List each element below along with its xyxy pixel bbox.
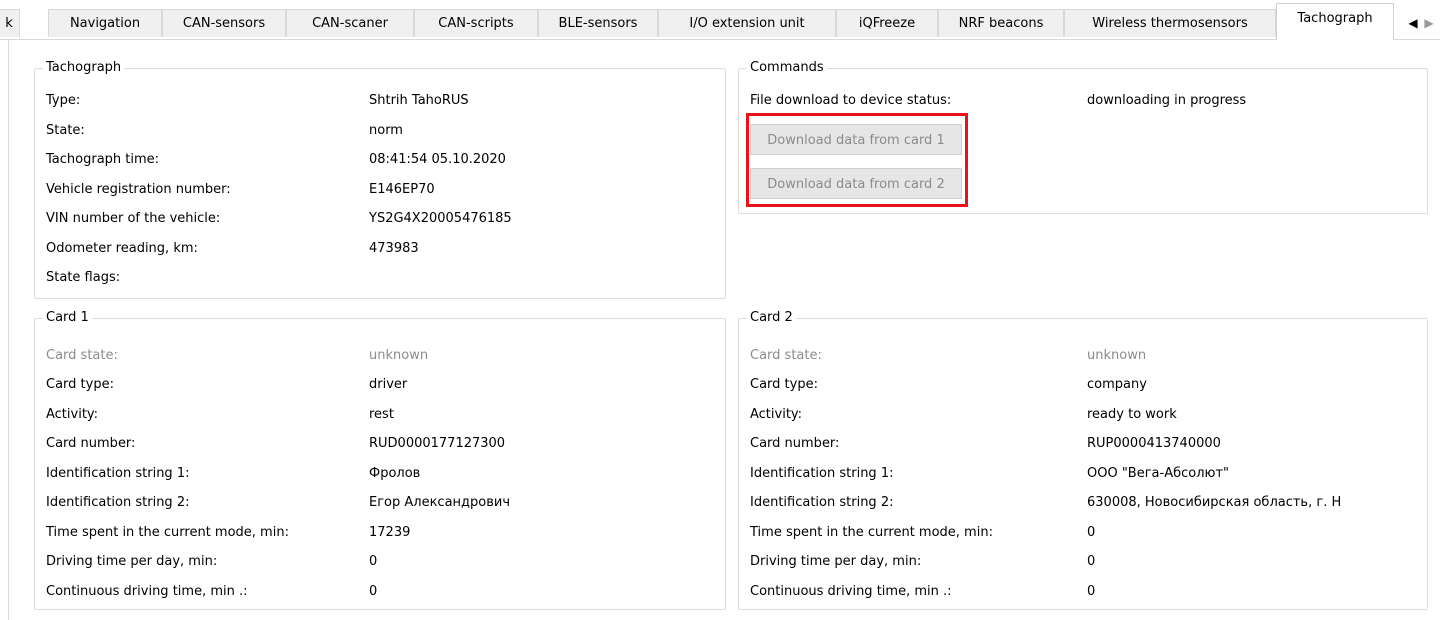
card2-activity-label: Activity: [750, 407, 803, 422]
card1-state-value: unknown [369, 348, 429, 363]
tachograph-state-label: State: [46, 123, 85, 138]
card1-driving-day-label: Driving time per day, min: [46, 554, 218, 569]
tab-navigation[interactable]: Navigation [48, 9, 162, 37]
tab-wireless-thermosensors[interactable]: Wireless thermosensors [1064, 9, 1276, 37]
card1-state-label: Card state: [46, 348, 118, 363]
scroll-right-icon[interactable]: ▶ [1423, 15, 1435, 31]
card1-mode-time-label: Time spent in the current mode, min: [46, 525, 289, 540]
content-border [8, 39, 9, 620]
card2-state-value: unknown [1087, 348, 1147, 363]
download-card2-button[interactable]: Download data from card 2 [750, 168, 962, 199]
download-card1-button[interactable]: Download data from card 1 [750, 124, 962, 155]
vin-value: YS2G4X20005476185 [369, 211, 512, 226]
card2-number-value: RUP0000413740000 [1087, 436, 1221, 451]
card1-number-label: Card number: [46, 436, 136, 451]
odometer-label: Odometer reading, km: [46, 241, 198, 256]
card1-id-string1-label: Identification string 1: [46, 466, 190, 481]
card2-mode-time-label: Time spent in the current mode, min: [750, 525, 993, 540]
tachograph-time-label: Tachograph time: [46, 152, 160, 167]
card1-mode-time-value: 17239 [369, 525, 411, 540]
vehicle-registration-label: Vehicle registration number: [46, 182, 231, 197]
tab-tachograph[interactable]: Tachograph [1276, 3, 1394, 40]
tachograph-type-label: Type: [46, 93, 81, 108]
tab-iqfreeze[interactable]: iQFreeze [836, 9, 938, 37]
card2-id-string2-label: Identification string 2: [750, 495, 894, 510]
download-status-value: downloading in progress [1087, 93, 1247, 108]
card1-activity-value: rest [369, 407, 394, 422]
tachograph-state-value: norm [369, 123, 403, 138]
card1-id-string2-value: Егор Александрович [369, 495, 511, 510]
card2-type-label: Card type: [750, 377, 818, 392]
card2-activity-value: ready to work [1087, 407, 1177, 422]
card2-continuous-driving-label: Continuous driving time, min .: [750, 584, 952, 599]
tachograph-type-value: Shtrih TahoRUS [369, 93, 469, 108]
tab-nrf-beacons[interactable]: NRF beacons [938, 9, 1064, 37]
commands-group-title: Commands [747, 60, 827, 76]
vehicle-registration-value: E146EP70 [369, 182, 435, 197]
card2-driving-day-label: Driving time per day, min: [750, 554, 922, 569]
tab-can-scaner[interactable]: CAN-scaner [286, 9, 414, 37]
card1-group-title: Card 1 [43, 310, 92, 326]
card1-continuous-driving-value: 0 [369, 584, 378, 599]
scroll-left-icon[interactable]: ◀ [1407, 15, 1419, 31]
tab-partial[interactable]: k [0, 9, 20, 37]
card1-id-string2-label: Identification string 2: [46, 495, 190, 510]
card2-id-string1-label: Identification string 1: [750, 466, 894, 481]
card2-id-string1-value: ООО "Вега-Абсолют" [1087, 466, 1230, 481]
vin-label: VIN number of the vehicle: [46, 211, 221, 226]
tab-ble-sensors[interactable]: BLE-sensors [538, 9, 658, 37]
card2-group-title: Card 2 [747, 310, 796, 326]
card1-type-value: driver [369, 377, 408, 392]
tachograph-group-title: Tachograph [43, 60, 125, 76]
card1-number-value: RUD0000177127300 [369, 436, 506, 451]
tab-can-sensors[interactable]: CAN-sensors [162, 9, 286, 37]
tab-bar: k Navigation CAN-sensors CAN-scaner CAN-… [0, 0, 1440, 40]
card2-type-value: company [1087, 377, 1147, 392]
card1-id-string1-value: Фролов [369, 466, 421, 481]
card2-number-label: Card number: [750, 436, 840, 451]
tachograph-time-value: 08:41:54 05.10.2020 [369, 152, 506, 167]
card1-continuous-driving-label: Continuous driving time, min .: [46, 584, 248, 599]
card2-mode-time-value: 0 [1087, 525, 1096, 540]
tab-io-extension-unit[interactable]: I/O extension unit [658, 9, 836, 37]
card1-type-label: Card type: [46, 377, 114, 392]
card2-state-label: Card state: [750, 348, 822, 363]
card2-driving-day-value: 0 [1087, 554, 1096, 569]
card1-driving-day-value: 0 [369, 554, 378, 569]
state-flags-label: State flags: [46, 270, 121, 285]
odometer-value: 473983 [369, 241, 419, 256]
card1-activity-label: Activity: [46, 407, 99, 422]
card2-id-string2-value: 630008, Новосибирская область, г. Н [1087, 495, 1342, 510]
card2-continuous-driving-value: 0 [1087, 584, 1096, 599]
tab-can-scripts[interactable]: CAN-scripts [414, 9, 538, 37]
download-status-label: File download to device status: [750, 93, 952, 108]
